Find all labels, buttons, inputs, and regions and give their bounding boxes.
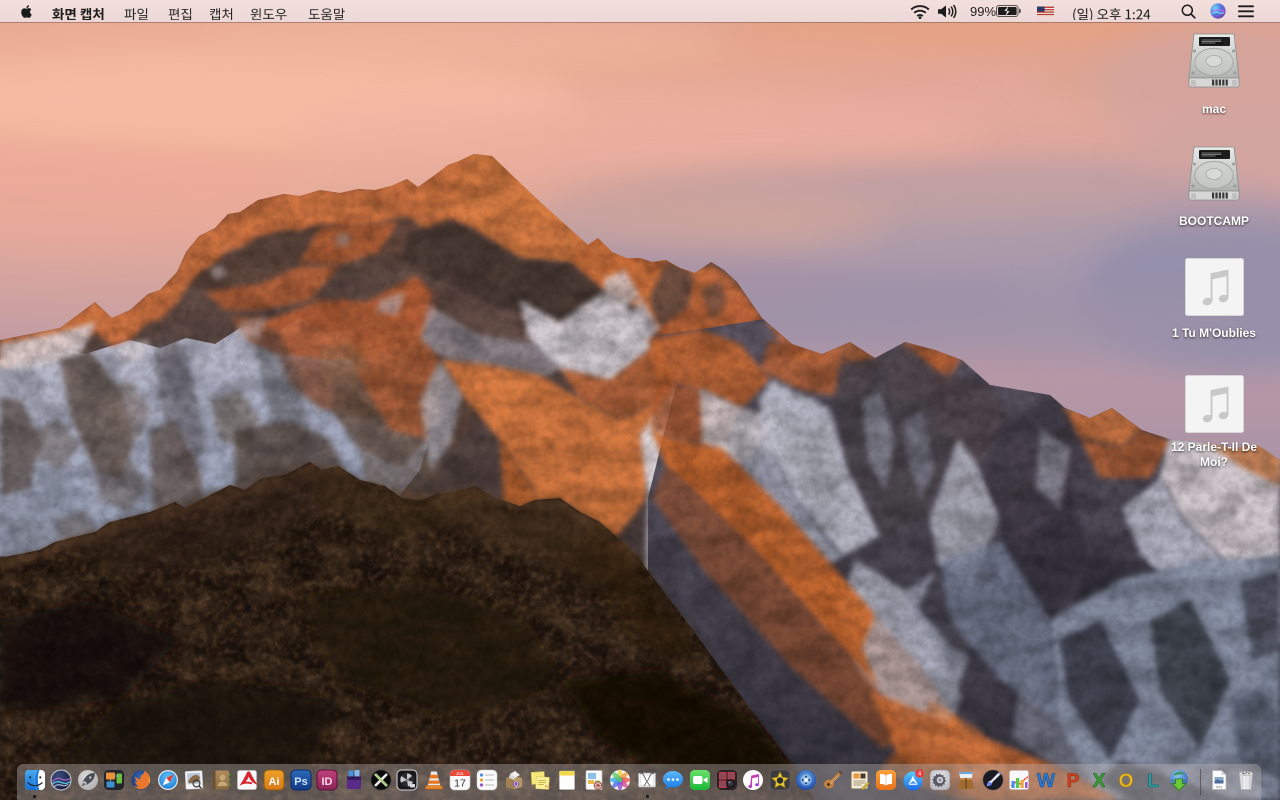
svg-text:W: W [1037, 771, 1055, 791]
svg-text:O: O [1119, 771, 1134, 791]
svg-text:17: 17 [454, 778, 466, 790]
svg-text:X: X [1093, 771, 1106, 791]
svg-text:L: L [1147, 771, 1159, 791]
svg-text:JUL: JUL [456, 771, 464, 776]
svg-text:Ps: Ps [294, 776, 307, 788]
svg-text:ID: ID [322, 776, 333, 788]
svg-text:dmg: dmg [1216, 785, 1222, 789]
svg-text:Ai: Ai [269, 776, 280, 788]
svg-text:Q: Q [514, 782, 519, 788]
svg-text:P: P [1067, 771, 1080, 791]
svg-text:Plan: Plan [545, 785, 551, 789]
